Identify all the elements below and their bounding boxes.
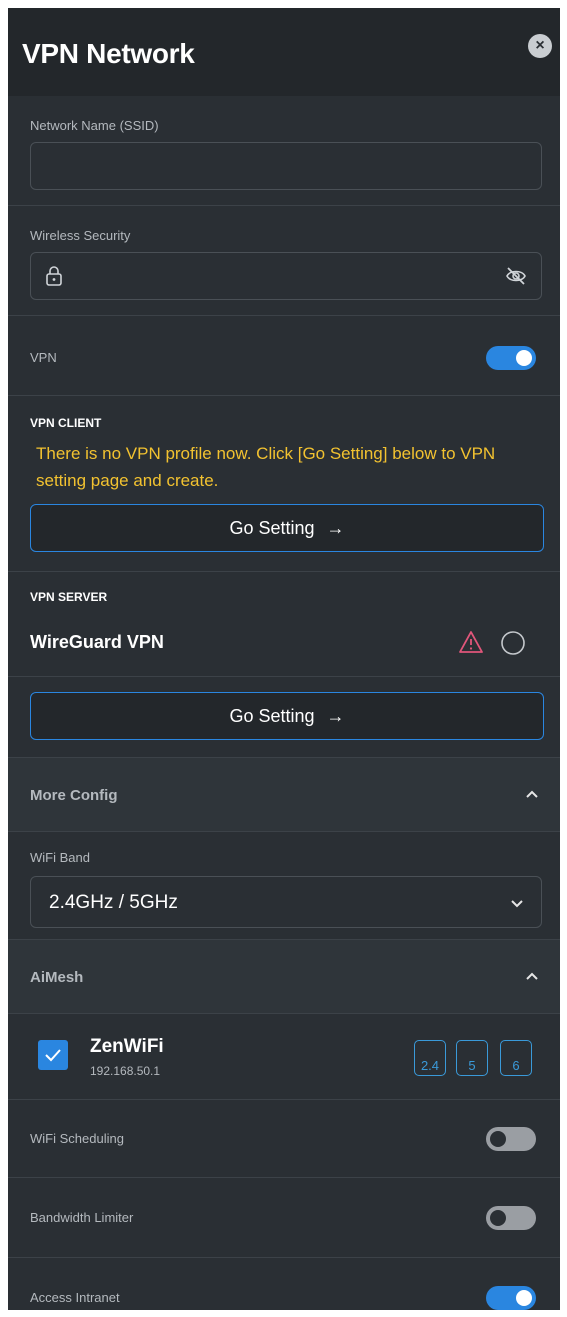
- access-intranet-row: Access Intranet: [8, 1258, 560, 1310]
- lock-icon: [46, 266, 62, 286]
- warning-icon: [459, 631, 483, 653]
- node-name: ZenWiFi: [90, 1036, 164, 1057]
- bandwidth-limiter-label: Bandwidth Limiter: [30, 1210, 134, 1225]
- aimesh-node-row: ZenWiFi 192.168.50.1 2.4 5 6: [8, 1014, 560, 1100]
- vpn-server-button-row: Go Setting →: [8, 676, 560, 758]
- access-intranet-toggle[interactable]: [486, 1286, 536, 1310]
- chevron-up-icon: [526, 790, 538, 798]
- bandwidth-limiter-row: Bandwidth Limiter: [8, 1178, 560, 1258]
- arrow-right-icon: →: [326, 517, 345, 538]
- wireguard-vpn-label: WireGuard VPN: [30, 632, 164, 652]
- check-icon: [45, 1049, 61, 1062]
- eye-off-icon[interactable]: [505, 266, 527, 286]
- wifi-scheduling-row: WiFi Scheduling: [8, 1100, 560, 1178]
- wifi-scheduling-label: WiFi Scheduling: [30, 1131, 124, 1146]
- wifi-band-label: WiFi Band: [30, 850, 90, 865]
- wifi-band-selected: 2.4GHz / 5GHz: [49, 892, 178, 913]
- chevron-down-icon: [511, 900, 523, 908]
- vpn-client-go-setting-button[interactable]: Go Setting →: [30, 504, 544, 552]
- arrow-right-icon: →: [326, 705, 345, 726]
- go-setting-label: Go Setting: [229, 705, 315, 726]
- vpn-server-go-setting-button[interactable]: Go Setting →: [30, 692, 544, 740]
- ssid-section: Network Name (SSID): [8, 96, 560, 206]
- aimesh-label: AiMesh: [30, 969, 84, 986]
- security-section: Wireless Security: [8, 206, 560, 316]
- security-label: Wireless Security: [30, 228, 131, 243]
- close-icon[interactable]: ×: [528, 34, 552, 58]
- band-6g-icon: 6: [500, 1040, 532, 1076]
- chevron-up-icon: [526, 972, 538, 980]
- security-password-input[interactable]: [30, 252, 542, 300]
- node-ip: 192.168.50.1: [90, 1064, 161, 1078]
- page-title: VPN Network: [22, 38, 195, 69]
- title-bar: VPN Network ×: [8, 8, 560, 96]
- band-2g-icon: 2.4: [414, 1040, 446, 1076]
- vpn-toggle[interactable]: [486, 346, 536, 370]
- radio-button[interactable]: [500, 630, 526, 656]
- access-intranet-label: Access Intranet: [30, 1290, 120, 1305]
- wifi-band-select[interactable]: 2.4GHz / 5GHz: [30, 876, 542, 928]
- vpn-client-message: There is no VPN profile now. Click [Go S…: [36, 444, 496, 490]
- vpn-label: VPN: [30, 350, 57, 365]
- vpn-network-panel: VPN Network × Network Name (SSID) Wirele…: [8, 8, 560, 1310]
- node-checkbox[interactable]: [38, 1040, 68, 1070]
- more-config-header[interactable]: More Config: [8, 758, 560, 832]
- vpn-row: VPN: [8, 316, 560, 396]
- go-setting-label: Go Setting: [229, 517, 315, 538]
- ssid-label: Network Name (SSID): [30, 118, 159, 133]
- wifi-band-section: WiFi Band 2.4GHz / 5GHz: [8, 832, 560, 940]
- vpn-client-heading: VPN CLIENT: [30, 416, 102, 430]
- ssid-input[interactable]: [30, 142, 542, 190]
- vpn-client-section: VPN CLIENT There is no VPN profile now. …: [8, 396, 560, 572]
- more-config-label: More Config: [30, 787, 118, 804]
- vpn-server-heading: VPN SERVER: [30, 590, 108, 604]
- band-5g-icon: 5: [456, 1040, 488, 1076]
- aimesh-header[interactable]: AiMesh: [8, 940, 560, 1014]
- bandwidth-limiter-toggle[interactable]: [486, 1206, 536, 1230]
- wifi-scheduling-toggle[interactable]: [486, 1127, 536, 1151]
- vpn-server-section: VPN SERVER WireGuard VPN: [8, 572, 560, 676]
